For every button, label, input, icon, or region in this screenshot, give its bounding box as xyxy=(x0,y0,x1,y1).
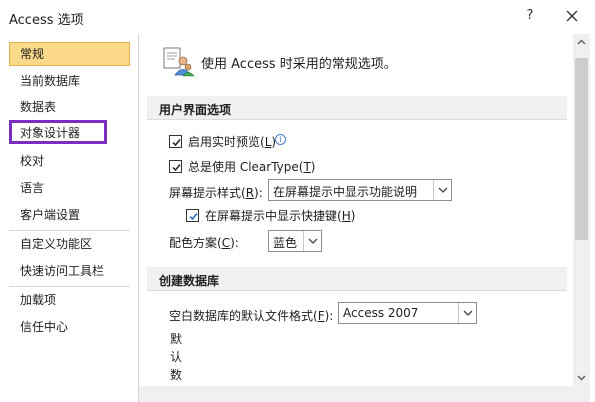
horizontal-scrollbar[interactable] xyxy=(139,386,573,402)
vertical-scrollbar[interactable] xyxy=(573,34,590,386)
screentip-style-label: 屏幕提示样式(R): xyxy=(169,186,263,200)
page-title: 使用 Access 时采用的常规选项。 xyxy=(201,57,397,72)
create-database-section: 创建数据库 xyxy=(147,267,567,291)
color-scheme-dropdown[interactable]: 蓝色 xyxy=(268,230,322,252)
sidebar-item-label: 常规 xyxy=(20,47,45,61)
info-icon[interactable]: i xyxy=(275,134,286,145)
checkmark-icon xyxy=(172,139,181,147)
sidebar-item-quick-access-toolbar[interactable]: 快速访问工具栏 xyxy=(9,259,130,283)
default-folder-label-char: 认 xyxy=(170,350,183,364)
scrollbar-corner xyxy=(573,386,590,402)
sidebar-item-add-ins[interactable]: 加载项 xyxy=(9,288,130,312)
color-scheme-label: 配色方案(C): xyxy=(169,236,239,250)
show-shortcuts-label[interactable]: 在屏幕提示中显示快捷键(H) xyxy=(205,207,355,224)
sidebar-item-trust-center[interactable]: 信任中心 xyxy=(9,315,130,339)
sidebar-item-label: 数据表 xyxy=(20,100,57,114)
sidebar-item-datasheet[interactable]: 数据表 xyxy=(9,95,130,119)
sidebar-item-object-designers[interactable]: 对象设计器 xyxy=(9,120,107,144)
scroll-thumb[interactable] xyxy=(575,58,588,240)
default-file-format-label: 空白数据库的默认文件格式(F): xyxy=(169,309,334,323)
sidebar-item-label: 快速访问工具栏 xyxy=(20,264,105,278)
sidebar-item-label: 语言 xyxy=(20,181,45,195)
scroll-up-button[interactable] xyxy=(573,34,590,51)
close-icon xyxy=(566,10,578,22)
scroll-down-button[interactable] xyxy=(573,369,590,386)
options-content: 使用 Access 时采用的常规选项。 用户界面选项 启用实时预览(L) i 总… xyxy=(139,34,573,402)
cleartype-label[interactable]: 总是使用 ClearType(T) xyxy=(188,158,315,175)
sidebar-separator xyxy=(9,230,130,231)
sidebar-separator xyxy=(9,286,130,287)
sidebar-item-label: 校对 xyxy=(20,154,45,168)
sidebar-item-client-settings[interactable]: 客户端设置 xyxy=(9,203,130,227)
chevron-up-icon xyxy=(577,39,586,45)
sidebar-item-label: 加载项 xyxy=(20,293,57,307)
options-sidebar: 常规 当前数据库 数据表 对象设计器 校对 语言 客户端设置 自定义功能区 快速… xyxy=(0,34,137,402)
checkmark-icon xyxy=(172,164,181,172)
default-folder-label-char: 默 xyxy=(170,332,183,346)
show-shortcuts-checkbox[interactable] xyxy=(186,209,199,222)
dropdown-value: 蓝色 xyxy=(273,236,298,250)
close-button[interactable] xyxy=(561,6,583,26)
sidebar-item-label: 客户端设置 xyxy=(20,208,81,222)
sidebar-item-label: 当前数据库 xyxy=(20,74,81,88)
ui-options-section: 用户界面选项 xyxy=(147,96,567,120)
dropdown-value: 在屏幕提示中显示功能说明 xyxy=(273,185,418,199)
sidebar-item-proofing[interactable]: 校对 xyxy=(9,149,130,173)
sidebar-item-customize-ribbon[interactable]: 自定义功能区 xyxy=(9,232,130,256)
screentip-style-dropdown[interactable]: 在屏幕提示中显示功能说明 xyxy=(268,179,452,201)
title-bar: Access 选项 ? xyxy=(0,0,595,34)
chevron-down-icon[interactable] xyxy=(433,180,451,200)
help-button[interactable]: ? xyxy=(520,6,540,26)
sidebar-item-label: 对象设计器 xyxy=(20,126,81,140)
window-title: Access 选项 xyxy=(9,13,84,28)
sidebar-item-current-database[interactable]: 当前数据库 xyxy=(9,69,130,93)
cleartype-checkbox[interactable] xyxy=(169,160,182,173)
dropdown-value: Access 2007 xyxy=(343,306,419,320)
sidebar-item-label: 自定义功能区 xyxy=(20,237,93,251)
default-folder-label-char: 数 xyxy=(170,368,183,382)
general-options-icon xyxy=(161,46,195,78)
checkmark-icon xyxy=(189,213,198,221)
chevron-down-icon xyxy=(577,375,586,381)
live-preview-label[interactable]: 启用实时预览(L) xyxy=(188,133,276,150)
live-preview-checkbox[interactable] xyxy=(169,135,182,148)
sidebar-item-general[interactable]: 常规 xyxy=(9,42,130,66)
sidebar-item-label: 信任中心 xyxy=(20,320,69,334)
chevron-down-icon[interactable] xyxy=(303,231,321,251)
section-title: 用户界面选项 xyxy=(159,103,232,117)
section-title: 创建数据库 xyxy=(159,274,220,288)
sidebar-item-language[interactable]: 语言 xyxy=(9,176,130,200)
default-file-format-dropdown[interactable]: Access 2007 xyxy=(338,302,477,324)
chevron-down-icon[interactable] xyxy=(458,303,476,323)
